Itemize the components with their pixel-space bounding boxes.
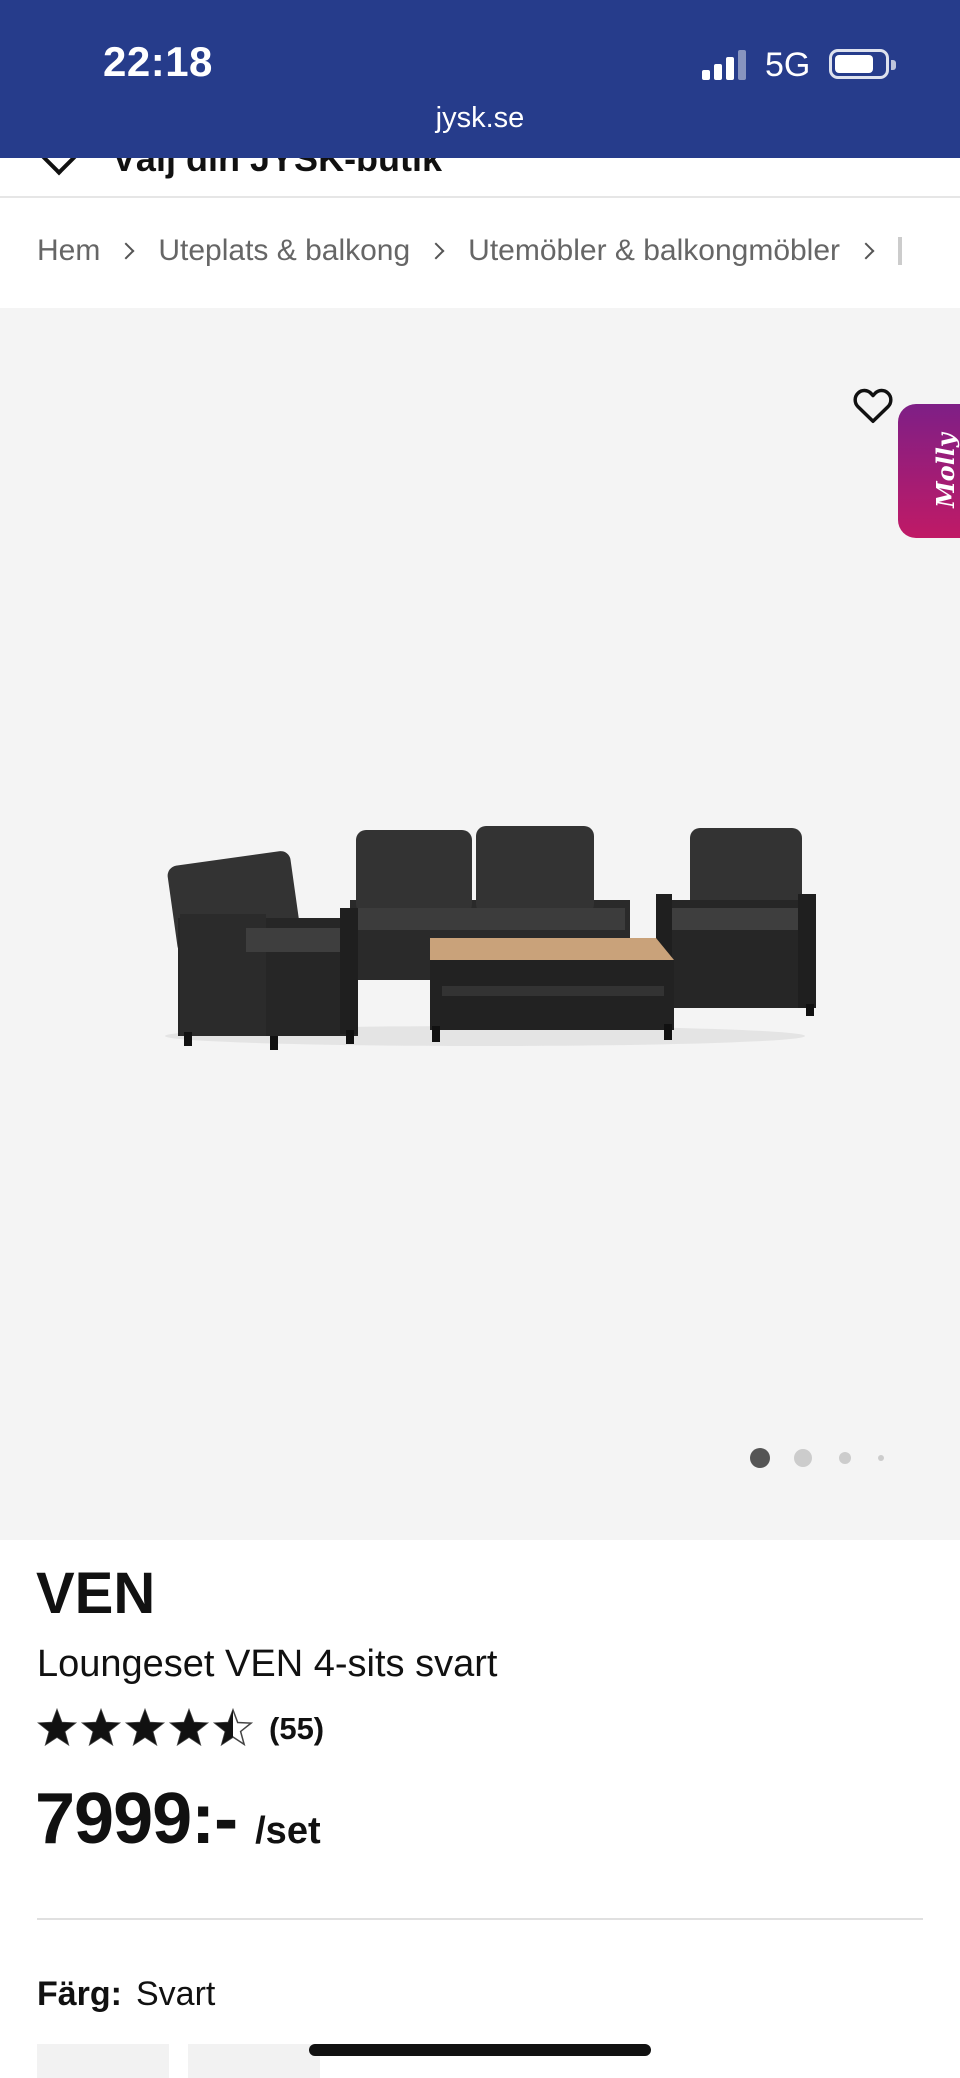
breadcrumb-outdoor-furniture[interactable]: Utemöbler & balkongmöbler — [468, 234, 840, 268]
clock: 22:18 — [103, 38, 213, 85]
color-value: Svart — [136, 1975, 216, 2013]
price-unit: /set — [255, 1810, 321, 1852]
product-brand: VEN — [36, 1561, 156, 1626]
outdoor-lounge-set-image — [165, 826, 816, 1050]
chevron-right-icon — [857, 242, 875, 260]
battery-icon — [829, 49, 896, 79]
star-filled — [126, 1710, 164, 1745]
carousel-indicator[interactable] — [750, 1446, 900, 1470]
chevron-right-icon — [427, 242, 445, 260]
breadcrumb: Hem Uteplats & balkong Utemöbler & balko… — [0, 200, 960, 308]
breadcrumb-patio[interactable]: Uteplats & balkong — [158, 234, 410, 268]
product-title: Loungeset VEN 4-sits svart — [37, 1643, 498, 1685]
browser-status-bar: 22:18 5G jysk.se — [0, 0, 960, 158]
star-filled — [82, 1710, 120, 1745]
star-filled — [170, 1710, 208, 1745]
carousel-dot[interactable] — [878, 1455, 884, 1461]
carousel-dot[interactable] — [794, 1449, 812, 1467]
home-indicator — [309, 2044, 651, 2056]
store-selector-label: Välj din JYSK-butik — [112, 158, 443, 179]
network-type: 5G — [765, 46, 811, 84]
review-count[interactable]: (55) — [269, 1711, 324, 1747]
chat-assistant-button[interactable]: Molly — [898, 404, 960, 538]
color-selector-label: Färg: Svart — [37, 1975, 215, 2014]
product-price: 7999:- /set — [35, 1778, 321, 1860]
carousel-dot[interactable] — [839, 1452, 851, 1464]
url-bar[interactable]: jysk.se — [0, 102, 960, 135]
product-gallery[interactable]: Molly — [0, 308, 960, 1540]
chat-assistant-label: Molly — [930, 433, 960, 508]
color-swatch[interactable] — [37, 2044, 169, 2078]
rating-stars-icon — [37, 1708, 254, 1747]
signal-strength-icon — [702, 50, 750, 80]
carousel-dot-active[interactable] — [750, 1448, 770, 1468]
product-rating[interactable]: (55) — [37, 1706, 324, 1752]
star-filled — [38, 1710, 76, 1745]
divider — [37, 1918, 923, 1920]
breadcrumb-home[interactable]: Hem — [37, 234, 100, 268]
store-selector[interactable]: Välj din JYSK-butik — [0, 158, 960, 198]
color-label: Färg: — [37, 1975, 122, 2013]
price-amount: 7999:- — [35, 1779, 238, 1859]
color-swatch[interactable] — [188, 2044, 320, 2078]
breadcrumb-next-partial[interactable] — [898, 237, 903, 265]
location-pin-icon — [40, 158, 78, 176]
chevron-right-icon — [117, 242, 135, 260]
heart-outline-icon[interactable] — [850, 382, 896, 428]
